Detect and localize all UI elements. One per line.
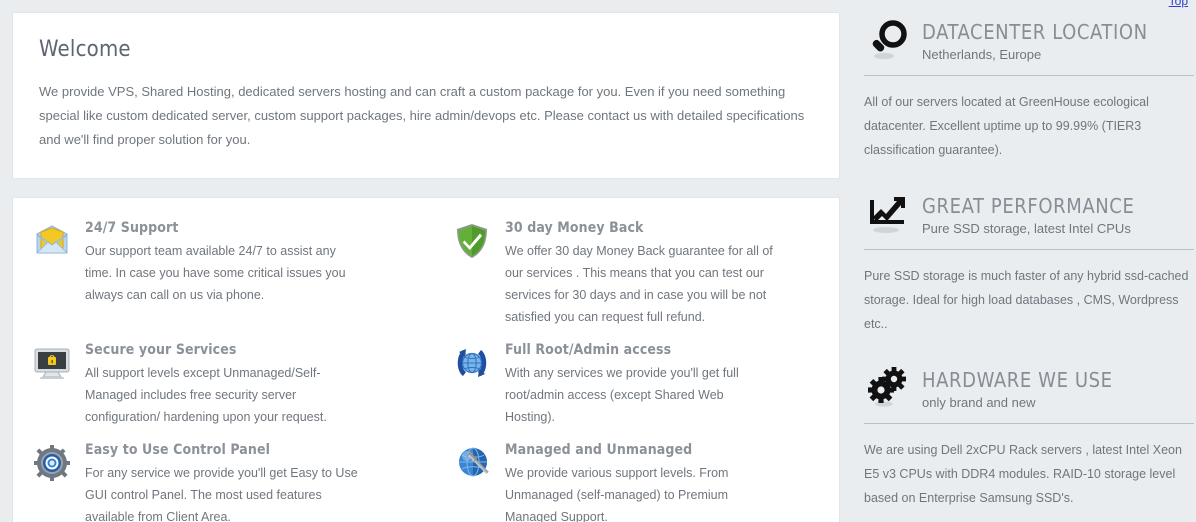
monitor-lock-icon: [33, 344, 71, 382]
sidebar-block-header: DATACENTER LOCATION Netherlands, Europe: [864, 10, 1194, 75]
feature-text: Full Root/Admin access With any services…: [505, 342, 777, 428]
feature-description: With any services we provide you'll get …: [505, 366, 739, 424]
envelope-icon: [33, 222, 71, 260]
sidebar-block-header: GREAT PERFORMANCE Pure SSD storage, late…: [864, 184, 1194, 249]
sidebar-block-datacenter-location: DATACENTER LOCATION Netherlands, Europe …: [862, 10, 1196, 178]
sidebar-block-titles: GREAT PERFORMANCE Pure SSD storage, late…: [922, 190, 1134, 239]
feature-description: Our support team available 24/7 to assis…: [85, 244, 346, 302]
feature-text: Secure your Services All support levels …: [85, 342, 365, 428]
chart-up-icon: [864, 190, 912, 238]
globe-refresh-icon: [453, 344, 491, 382]
feature-text: 24/7 Support Our support team available …: [85, 220, 365, 306]
main-column: Welcome We provide VPS, Shared Hosting, …: [0, 0, 852, 522]
sidebar-block-body: Pure SSD storage is much faster of any h…: [864, 269, 1189, 331]
feature-title: Full Root/Admin access: [505, 342, 672, 358]
feature-title: 30 day Money Back: [505, 220, 644, 236]
feature-item-control-panel: Easy to Use Control Panel For any servic…: [33, 442, 453, 522]
feature-description: We provide various support levels. From …: [505, 466, 729, 522]
sidebar-column: Top DATACENTER LOCATION Netherlands, Eur…: [852, 0, 1196, 522]
feature-item-support: 24/7 Support Our support team available …: [33, 220, 453, 342]
feature-description: All support levels except Unmanaged/Self…: [85, 366, 327, 424]
features-grid: 24/7 Support Our support team available …: [33, 220, 819, 522]
feature-item-root-access: Full Root/Admin access With any services…: [453, 342, 819, 442]
sidebar-block-title: DATACENTER LOCATION: [922, 20, 1148, 44]
sidebar-block-subtitle: Pure SSD storage, latest Intel CPUs: [922, 221, 1131, 236]
features-panel: 24/7 Support Our support team available …: [12, 197, 840, 522]
feature-description: We offer 30 day Money Back guarantee for…: [505, 244, 773, 324]
divider: [864, 423, 1194, 424]
gear-blue-icon: [33, 444, 71, 482]
sidebar-block-subtitle: only brand and new: [922, 395, 1036, 410]
sidebar-block-title: HARDWARE WE USE: [922, 368, 1113, 392]
magnifier-icon: [864, 16, 912, 64]
divider: [864, 249, 1194, 250]
sidebar-block-subtitle: Netherlands, Europe: [922, 47, 1042, 62]
sidebar-block-body: We are using Dell 2xCPU Rack servers , l…: [864, 443, 1182, 505]
feature-title: 24/7 Support: [85, 220, 179, 236]
sidebar-block-titles: DATACENTER LOCATION Netherlands, Europe: [922, 16, 1148, 65]
feature-title: Easy to Use Control Panel: [85, 442, 271, 458]
sidebar-block-title: GREAT PERFORMANCE: [922, 194, 1135, 218]
feature-item-money-back: 30 day Money Back We offer 30 day Money …: [453, 220, 819, 342]
sidebar-block-body: All of our servers located at GreenHouse…: [864, 95, 1149, 157]
sidebar-block-titles: HARDWARE WE USE only brand and new: [922, 364, 1113, 413]
shield-check-icon: [453, 222, 491, 260]
feature-text: Managed and Unmanaged We provide various…: [505, 442, 777, 522]
feature-item-secure-services: Secure your Services All support levels …: [33, 342, 453, 442]
feature-title: Secure your Services: [85, 342, 237, 358]
welcome-body-text: We provide VPS, Shared Hosting, dedicate…: [39, 84, 805, 147]
globe-wrench-icon: [453, 444, 491, 482]
top-link[interactable]: Top: [1169, 0, 1188, 8]
sidebar-block-great-performance: GREAT PERFORMANCE Pure SSD storage, late…: [862, 184, 1196, 352]
gears-icon: [864, 364, 912, 412]
sidebar-block-header: HARDWARE WE USE only brand and new: [864, 358, 1194, 423]
feature-item-managed: Managed and Unmanaged We provide various…: [453, 442, 819, 522]
feature-text: Easy to Use Control Panel For any servic…: [85, 442, 365, 522]
page-root: Welcome We provide VPS, Shared Hosting, …: [0, 0, 1196, 522]
welcome-panel: Welcome We provide VPS, Shared Hosting, …: [12, 12, 840, 179]
page-title: Welcome: [39, 37, 131, 62]
feature-description: For any service we provide you'll get Ea…: [85, 466, 358, 522]
divider: [864, 75, 1194, 76]
sidebar-block-hardware: HARDWARE WE USE only brand and new We ar…: [862, 358, 1196, 522]
feature-text: 30 day Money Back We offer 30 day Money …: [505, 220, 777, 328]
feature-title: Managed and Unmanaged: [505, 442, 693, 458]
